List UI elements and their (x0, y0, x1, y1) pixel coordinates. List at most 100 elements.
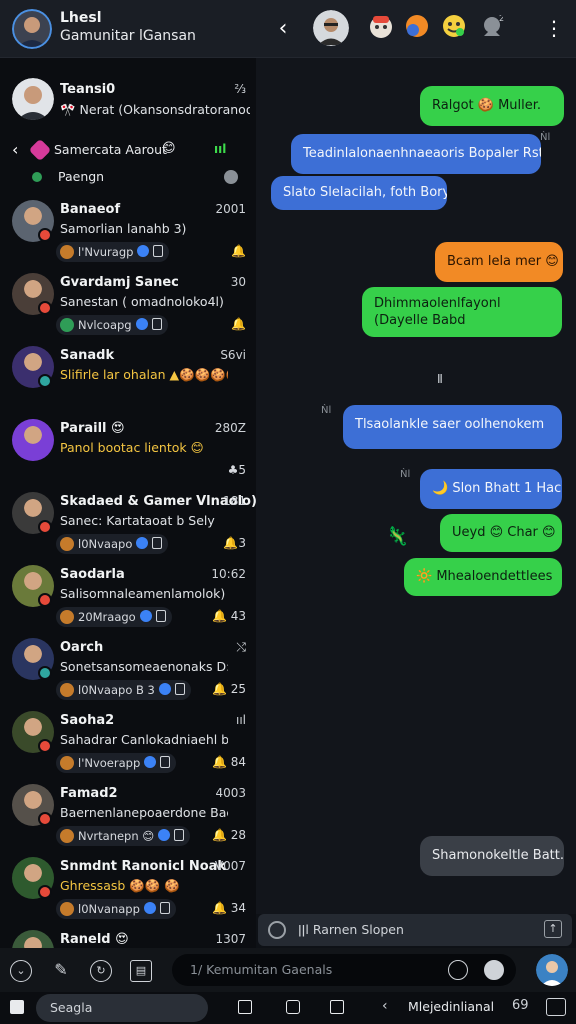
copy-icon (160, 756, 171, 768)
group-header[interactable]: ‹ Samercata Aarout 😊 ııl (0, 138, 256, 162)
emoji-picker-icon[interactable] (484, 960, 504, 980)
tag-icon (60, 829, 74, 843)
chevron-left-icon[interactable]: ‹ (382, 998, 388, 1014)
status-badge (38, 520, 52, 534)
chat-time: 280Z (214, 421, 246, 435)
chat-name: Famad2 (60, 786, 118, 801)
voice-icon[interactable] (448, 960, 468, 980)
message-bubble[interactable]: Teadinlalonaenhnaeaoris Bopaler Rsty (291, 134, 541, 174)
chat-name: Saoha2 (60, 713, 115, 728)
group-sub-row[interactable]: Paengn (0, 166, 256, 188)
chat-list-item[interactable]: Famad2 4003 Baernenlanepoaerdone Baelg) Nvr… (0, 778, 256, 851)
tag-label: l0Nvanapp (78, 902, 140, 916)
chat-list-item[interactable]: Snmdnt Ranonicl Noak V007 Ghressasb 🍪🍪 🍪 l0… (0, 851, 256, 924)
emoji-icon[interactable] (403, 12, 431, 40)
chat-contact-avatar[interactable] (313, 10, 349, 46)
message-bubble[interactable]: Tlsaolankle saer oolhenokem (343, 405, 562, 449)
status-badge (38, 374, 52, 388)
reaction-icon[interactable] (440, 12, 468, 40)
reaction-count: 🔔 84 (211, 755, 246, 769)
heart-icon (28, 138, 52, 162)
copy-icon (155, 610, 166, 622)
avatar (12, 419, 54, 461)
chat-time: 2001 (215, 202, 246, 216)
message-bubble[interactable]: 🌙 Slon Bhatt 1 Hacc (420, 469, 562, 509)
message-bubble[interactable]: Ueyd 😊 Char 😊 (440, 514, 562, 552)
attach-icon[interactable] (268, 921, 286, 939)
chat-list-item[interactable]: Banaeof 2001 Samorlian lanahb 3) l'Nvuragp 🔔 (0, 194, 256, 267)
send-icon[interactable]: ↑ (544, 920, 562, 938)
tag-label: l0Nvaapo (78, 537, 133, 551)
chat-list-item[interactable]: Oarch ⤭ Sonetsansomeaenonaks D: tfaly l0Nva… (0, 632, 256, 705)
bottom-input-placeholder: 1/ Kemumitan Gaenals (190, 962, 333, 977)
chat-list-item[interactable]: Saodarla 10:62 Salisomnaleamenlamolok) 20Mr… (0, 559, 256, 632)
group-tag[interactable]: l0Nvanapp (56, 899, 176, 919)
chat-preview: 🎌 Nerat (Okansonsdratoranoo 7 (60, 102, 250, 117)
pen-icon[interactable]: ✎ (50, 960, 72, 982)
group-tag[interactable]: l0Nvaapo B 3 (56, 680, 191, 700)
window-icon[interactable] (238, 1000, 252, 1014)
message-bubble[interactable]: 🔆 Mhealoendettlees (404, 558, 562, 596)
chat-name: Oarch (60, 640, 104, 655)
profile-avatar[interactable] (12, 9, 52, 49)
message-bubble[interactable]: Bcam lela mer 😊 (435, 242, 563, 282)
refresh-icon[interactable]: ↻ (90, 960, 112, 982)
chevron-down-icon[interactable]: ⌄ (10, 960, 32, 982)
group-tag[interactable]: Nvrtanepn 😊 (56, 826, 191, 846)
tag-label: Nvlcoapg (78, 318, 132, 332)
message-composer[interactable]: ǀǀl Rarnen Slopen ↑ (258, 914, 572, 946)
verified-icon (139, 610, 152, 622)
group-tag[interactable]: l'Nvuragp (56, 242, 170, 262)
chat-list-item[interactable]: Sanadk S6vi Slifirle lar ohalan ▲🍪🍪🍪🍪 (0, 340, 256, 413)
tab-icon[interactable] (330, 1000, 344, 1014)
tag-label: Nvrtanepn 😊 (78, 829, 155, 843)
copy-icon (151, 318, 162, 330)
message-bubble[interactable]: Dhimmaolenlfayonl (Dayelle Babd (362, 287, 562, 337)
message-bubble[interactable]: Slato Slelacilah, foth Bory (271, 176, 447, 210)
group-tag[interactable]: l0Nvaapo (56, 534, 169, 554)
message-bubble[interactable]: Shamonokeltle Batt. (420, 836, 564, 876)
taskbar-search[interactable]: Seagla (36, 994, 208, 1022)
menu-icon[interactable] (10, 1000, 24, 1014)
verified-icon (158, 829, 171, 841)
window-icon[interactable]: ▤ (130, 960, 152, 982)
message-bubble[interactable]: Ralgot 🍪 Muller. (420, 86, 564, 126)
chat-list-item[interactable]: Saoha2 ııl Sahadrar Canlokadniaehl br l'Nvo… (0, 705, 256, 778)
chat-list-item[interactable]: Gvardamj Sanec 30 Sanestan ( omadnoloko4l)… (0, 267, 256, 340)
read-receipt: Ǹl (400, 469, 411, 480)
group-tag[interactable]: Nvlcoapg (56, 315, 168, 335)
group-tag[interactable]: l'Nvoerapp (56, 753, 177, 773)
user-avatar[interactable] (536, 954, 568, 986)
chat-list-item[interactable]: Teansi0 ⅔ 🎌 Nerat (Okansonsdratoranoo 7 (0, 74, 256, 130)
chat-time: ⅔ (234, 82, 246, 96)
taskbar-label: Mlejedinlianal (408, 999, 495, 1014)
mute-icon[interactable] (224, 170, 238, 184)
notification-icon[interactable]: 20 (478, 12, 506, 40)
tag-icon (60, 902, 74, 916)
status-badge (38, 885, 52, 899)
chat-list-item[interactable]: Paraill 😍 280Z Panol bootac lientok 😊 ♣5 (0, 413, 256, 486)
composer-placeholder: ǀǀl Rarnen Slopen (298, 922, 404, 937)
square-icon[interactable] (286, 1000, 300, 1014)
tag-icon (60, 245, 74, 259)
chat-list-item[interactable]: Raneld 😍 1307 (0, 924, 256, 948)
avatar (12, 930, 54, 948)
bottom-search-input[interactable]: 1/ Kemumitan Gaenals (172, 954, 516, 986)
tag-label: l0Nvaapo B 3 (78, 683, 155, 697)
chat-list-item[interactable]: Skadaed & Gamer Vlnaolo) 181 Sanec: Kartat… (0, 486, 256, 559)
reaction-count: ♣5 (227, 463, 246, 477)
avatar (12, 78, 54, 120)
chat-time: 181 (223, 494, 246, 508)
status-dot-icon (32, 172, 42, 182)
chevron-left-icon[interactable]: ‹ (12, 140, 18, 159)
window-icon[interactable] (546, 998, 566, 1016)
sticker-icon[interactable]: 🦎 (386, 526, 408, 547)
back-arrow-icon[interactable]: ‹ (270, 16, 296, 42)
group-tag[interactable]: 20Mraago (56, 607, 172, 627)
chat-name: Gvardamj Sanec (60, 275, 179, 290)
chat-preview: Baernenlanepoaerdone Baelg) (60, 805, 228, 820)
chat-name: Banaeof (60, 202, 121, 217)
sticker-icon[interactable] (367, 12, 395, 40)
more-options-icon[interactable]: ⋮ (544, 14, 564, 42)
reaction-count: 🔔 28 (211, 828, 246, 842)
